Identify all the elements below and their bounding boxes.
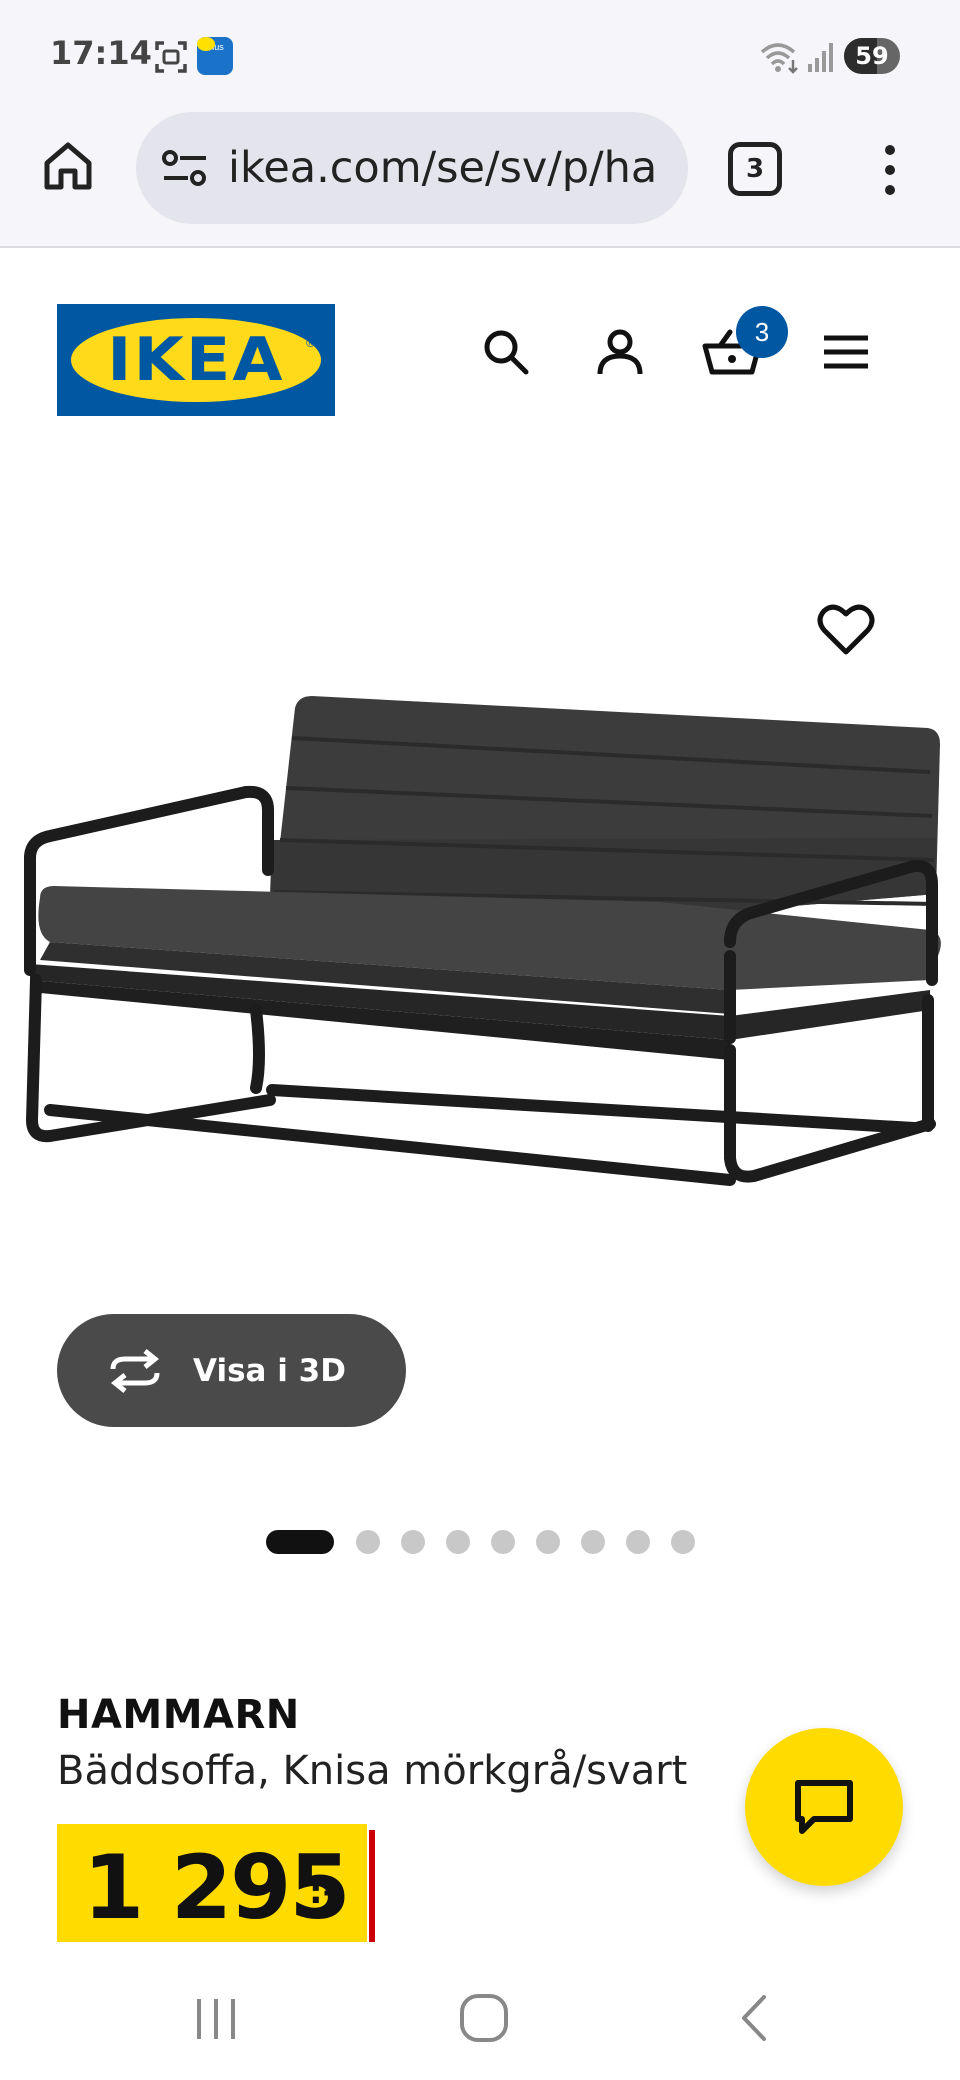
view-3d-button[interactable]: Visa i 3D [57,1314,406,1427]
tab-count: 3 [745,154,765,184]
system-nav-bar [0,1960,960,2080]
home-nav-icon [460,1994,508,2042]
browser-toolbar: ikea.com/se/sv/p/ha 3 [0,112,960,248]
carousel-dot[interactable] [626,1530,650,1554]
recents-button[interactable] [186,1988,246,2048]
tabs-button[interactable]: 3 [728,142,782,196]
view-3d-label: Visa i 3D [193,1352,346,1389]
rotate-3d-icon [110,1348,160,1393]
product-description: Bäddsoffa, Knisa mörkgrå/svart [57,1748,688,1794]
product-image[interactable] [10,680,950,1320]
status-bar: 17:14 Plus 59 [0,0,960,112]
battery-icon: 59 [844,38,900,74]
price-tag: 1 295 :- [57,1824,375,1942]
tune-icon[interactable] [160,148,210,188]
carousel-dot[interactable] [356,1530,380,1554]
price-suffix: :- [309,1872,337,1912]
carousel-dot[interactable] [671,1530,695,1554]
home-button[interactable] [36,134,100,198]
ikea-logo[interactable]: IKEA ® [57,304,335,416]
url-bar[interactable]: ikea.com/se/sv/p/ha [136,112,688,224]
menu-button[interactable] [816,322,876,382]
chat-button[interactable] [745,1728,903,1886]
more-vert-icon[interactable] [870,140,910,200]
carousel-dots [0,1530,960,1560]
chat-icon [795,1780,853,1834]
product-gallery: Visa i 3D [0,450,960,1554]
product-name: HAMMARN [57,1692,300,1738]
carousel-dot[interactable] [266,1530,334,1554]
screenshot-icon [155,41,187,73]
hamburger-icon [824,335,868,369]
home-nav-button[interactable] [454,1988,514,2048]
carousel-dot[interactable] [581,1530,605,1554]
signal-icon [808,43,833,72]
carousel-dot[interactable] [491,1530,515,1554]
back-icon [742,1995,766,2041]
url-text: ikea.com/se/sv/p/ha [228,143,658,193]
home-icon [44,142,92,190]
account-button[interactable] [590,322,650,382]
heart-icon[interactable] [816,600,876,660]
app-icon: Plus [197,37,233,75]
back-button[interactable] [724,1988,784,2048]
carousel-dot[interactable] [401,1530,425,1554]
wifi-icon [760,43,798,74]
carousel-dot[interactable] [536,1530,560,1554]
carousel-dot[interactable] [446,1530,470,1554]
search-button[interactable] [476,322,536,382]
account-icon [597,329,643,375]
battery-level: 59 [855,42,889,70]
search-icon [484,330,529,375]
site-header: IKEA ® 3 [0,250,960,450]
logo-text: IKEA [107,325,285,395]
cart-count-badge: 3 [736,306,788,358]
status-time: 17:14 [50,34,152,72]
recents-icon [197,1999,235,2039]
